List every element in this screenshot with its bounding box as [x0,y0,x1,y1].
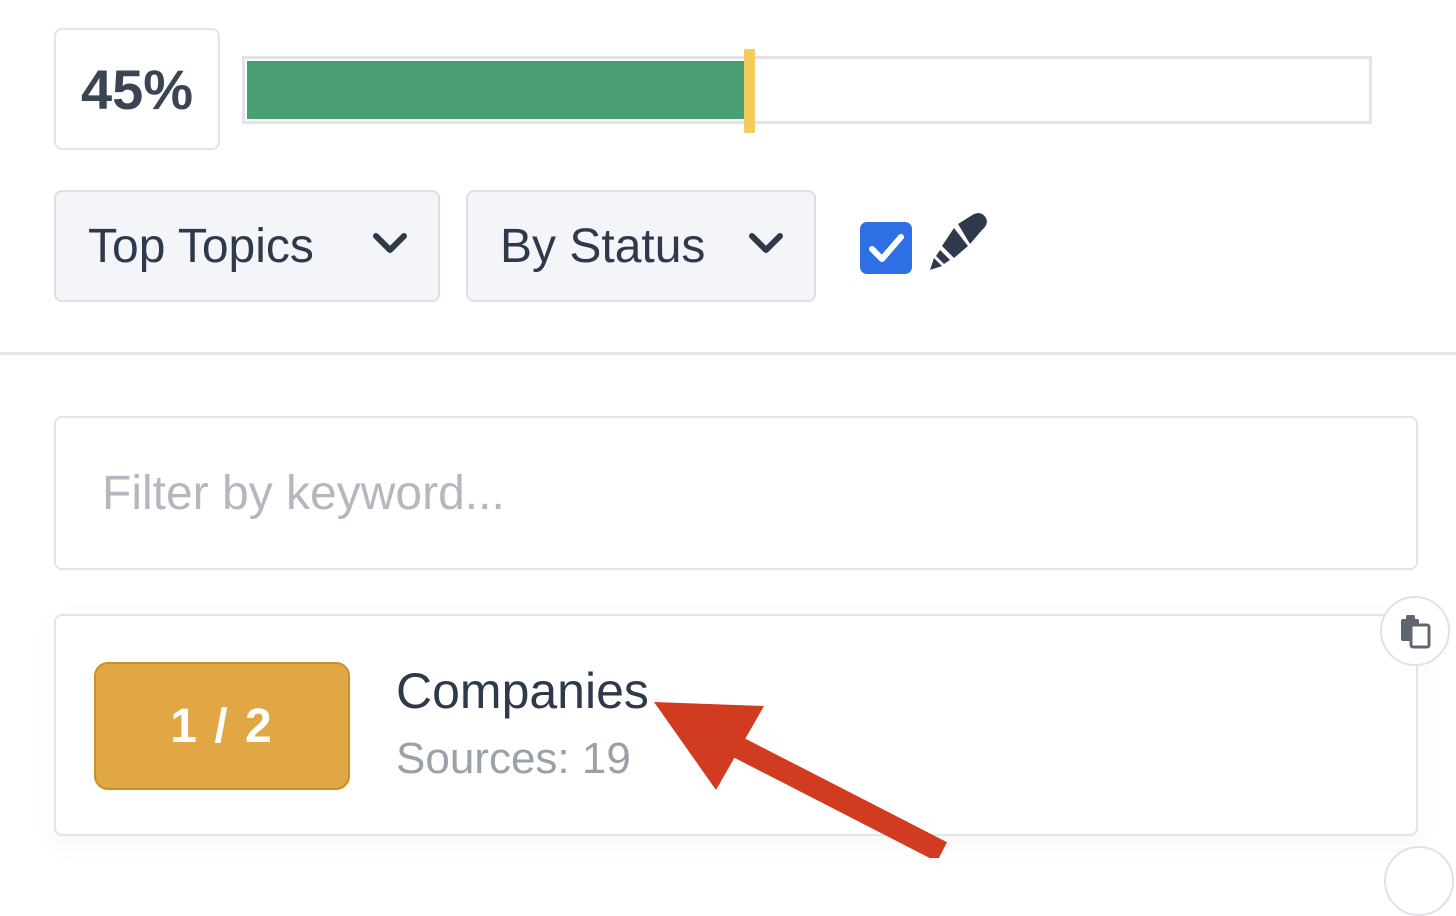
topics-dropdown[interactable]: Top Topics [54,190,440,302]
keyword-filter-input[interactable] [54,416,1418,570]
copy-button[interactable] [1384,846,1454,916]
status-dropdown-label: By Status [500,219,706,273]
status-dropdown[interactable]: By Status [466,190,816,302]
topics-dropdown-label: Top Topics [88,219,314,273]
progress-bar-fill [247,61,749,119]
section-divider [0,352,1456,355]
copy-button[interactable] [1380,596,1450,666]
highlight-checkbox[interactable] [860,222,912,274]
chevron-down-icon [373,233,407,253]
topic-card[interactable]: 1 / 2 Companies Sources: 19 [54,614,1418,836]
copy-icon [1401,615,1431,649]
topic-sources: Sources: 19 [396,734,631,783]
progress-bar-marker [743,49,755,133]
progress-bar [242,49,1372,133]
progress-percent-label: 45% [54,28,220,150]
marker-icon[interactable] [924,212,990,272]
topic-count-badge[interactable]: 1 / 2 [94,662,350,790]
chevron-down-icon [749,233,783,253]
topic-name: Companies [396,663,649,719]
checkmark-icon [869,234,904,262]
